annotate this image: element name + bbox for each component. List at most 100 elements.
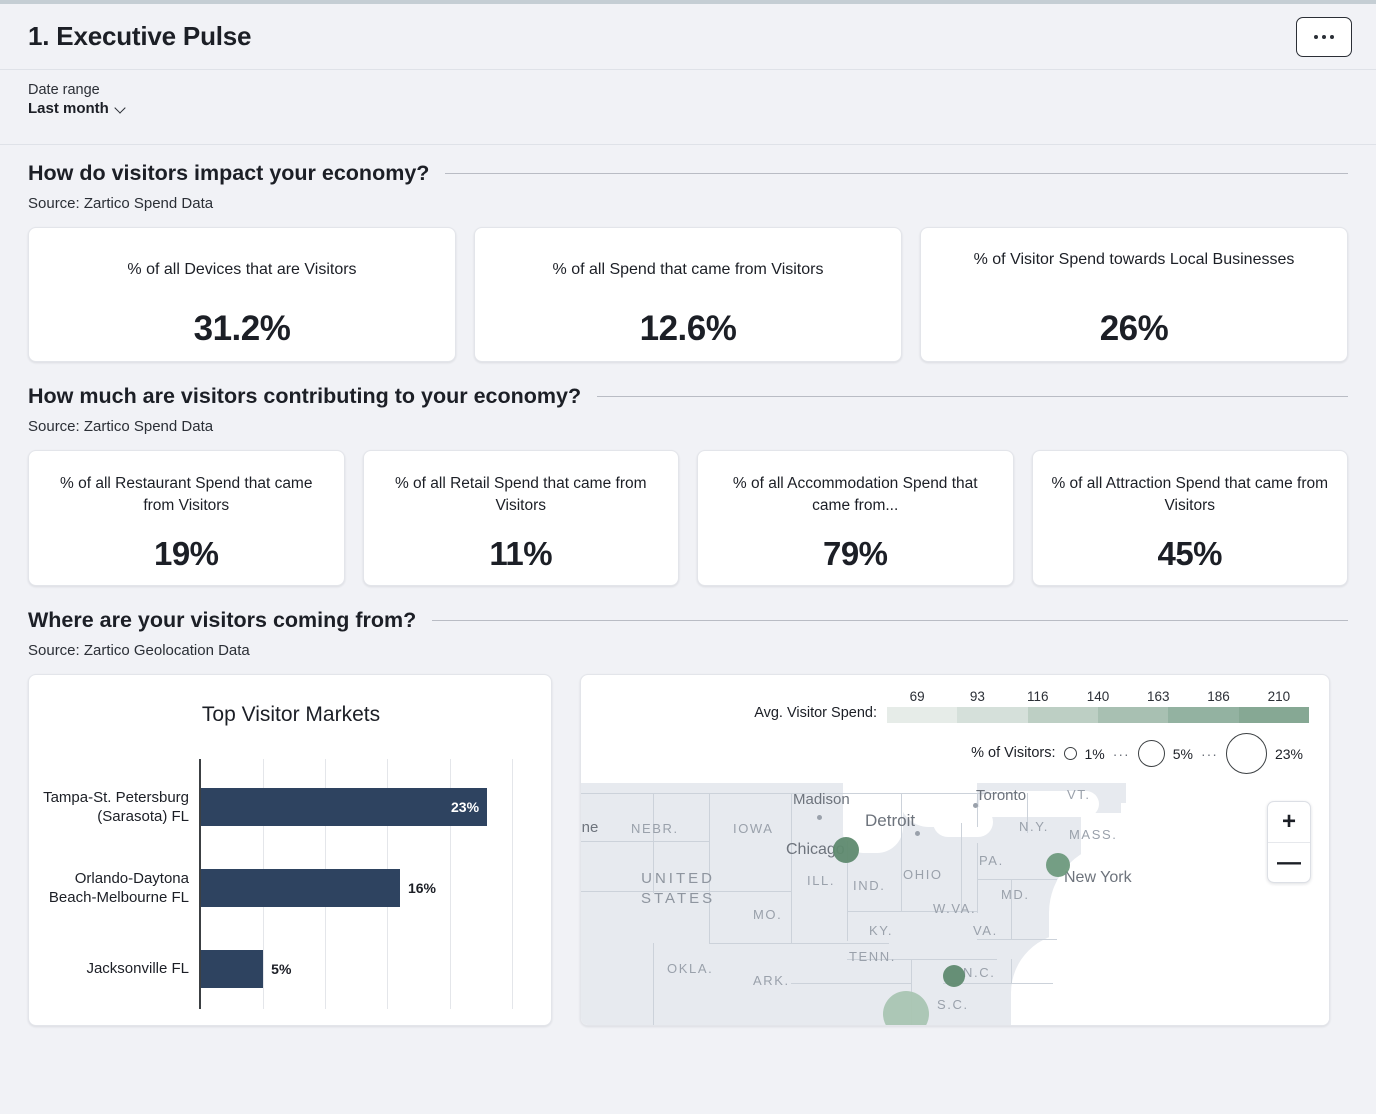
chevron-down-icon [116,103,127,114]
spend-tick: 210 [1267,689,1291,704]
map-state-label: OKLA. [667,961,714,976]
kpi-card[interactable]: % of all Spend that came from Visitors 1… [474,227,902,362]
top-visitor-markets-chart: Top Visitor Markets Tampa-St. Petersburg… [28,674,552,1026]
map-legend: Avg. Visitor Spend: 69 93 116 140 163 18… [581,675,1329,780]
chart-bar[interactable] [201,869,400,907]
spend-tick: 93 [969,689,985,704]
kpi-value: 79% [822,535,888,572]
map-state-label: NEBR. [631,821,679,836]
visitor-origin-map: Avg. Visitor Spend: 69 93 116 140 163 18… [580,674,1330,1026]
kpi-label: % of all Devices that are Visitors [127,261,357,278]
map-country-label: UNITED STATES [641,870,716,908]
map-state-label: W.VA. [933,901,977,916]
map-canvas[interactable]: UNITEDSTATES /* positioned below via CSS… [581,783,1329,1025]
map-state-label: IOWA [733,821,774,836]
more-options-button[interactable] [1296,16,1352,57]
spend-scale-swatch [1027,707,1098,723]
map-state-label: TENN. [849,949,896,964]
map-state-label: N.Y. [1019,819,1050,834]
kpi-card[interactable]: % of Visitor Spend towards Local Busines… [920,227,1348,362]
section-header: How much are visitors contributing to yo… [28,384,1348,409]
kpi-card[interactable]: % of all Accommodation Spend that came f… [697,450,1014,586]
section-title: Where are your visitors coming from? [28,608,417,632]
spend-legend-label: Avg. Visitor Spend: [754,705,877,721]
map-state-label: N.C. [963,965,996,980]
ellipsis-icon [1330,34,1334,39]
visitors-legend-label: % of Visitors: [971,744,1056,761]
chart-bar-row: 16% [201,848,543,929]
map-data-bubble[interactable] [833,837,859,863]
chart-category-axis: Tampa-St. Petersburg (Sarasota) FL Orlan… [39,759,199,1009]
spend-tick: 186 [1207,689,1230,704]
section-visitor-impact: How do visitors impact your economy? Sou… [0,145,1376,362]
map-state-label: OHIO [903,867,943,882]
map-state-label: MD. [1001,887,1030,902]
kpi-card-row: % of all Devices that are Visitors 31.2%… [28,227,1348,362]
kpi-label: % of all Attraction Spend that came from… [1051,475,1329,515]
chart-bars: 23% 16% 5% [201,767,543,1009]
spend-scale-swatch [1168,707,1239,723]
chart-bar-row: 5% [201,928,543,1009]
map-state-label: MASS. [1069,827,1118,842]
kpi-card[interactable]: % of all Attraction Spend that came from… [1031,450,1348,586]
spend-tick: 140 [1086,689,1110,704]
map-state-label: MO. [753,907,783,922]
legend-ellipsis: ··· [1200,745,1218,762]
kpi-label: % of Visitor Spend towards Local Busines… [973,251,1295,268]
visitors-small-label: 1% [1084,745,1105,762]
map-city-label: Madison [793,791,850,808]
date-range-label: Date range [28,82,100,98]
chart-bar-value: 16% [407,880,436,896]
ellipsis-icon [1322,34,1326,39]
map-data-bubble[interactable] [1046,853,1070,877]
kpi-value: 45% [1157,535,1223,572]
date-range-selector[interactable]: Last month [28,100,1348,117]
chart-bar[interactable] [201,949,264,988]
section-title: How much are visitors contributing to yo… [28,384,582,408]
map-state-label: KY. [869,923,894,938]
section-divider [432,620,1348,621]
chart-bar[interactable]: 23% [201,788,488,827]
spend-scale-swatch [1238,707,1309,723]
visualization-row: Top Visitor Markets Tampa-St. Petersburg… [28,674,1348,1026]
section-visitor-origin: Where are your visitors coming from? Sou… [0,586,1376,1026]
kpi-label: % of all Retail Spend that came from Vis… [394,475,647,515]
spend-scale-swatches [887,707,1309,723]
map-city-dot [817,815,822,820]
zoom-out-button[interactable]: — [1268,842,1310,882]
kpi-value: 31.2% [193,309,291,348]
spend-tick: 69 [909,689,925,704]
zoom-in-button[interactable]: + [1268,802,1310,842]
kpi-card[interactable]: % of all Retail Spend that came from Vis… [362,450,679,586]
spend-scale-swatch [1097,707,1169,723]
visitors-large-label: 23% [1274,745,1303,762]
map-city-label: New York [1064,869,1132,886]
map-city-label: Toronto [976,787,1027,804]
map-state-label: VT. [1067,787,1091,802]
map-state-label: ARK. [753,973,790,988]
chart-body: Tampa-St. Petersburg (Sarasota) FL Orlan… [39,759,543,1009]
map-state-label: VA. [973,923,998,938]
spend-scale-swatch [887,707,958,723]
kpi-card[interactable]: % of all Devices that are Visitors 31.2% [28,227,456,362]
kpi-card[interactable]: % of all Restaurant Spend that came from… [28,450,345,586]
bubble-small-icon [1063,747,1077,760]
chart-bar-value: 23% [451,799,480,816]
chart-category-label: Tampa-St. Petersburg (Sarasota) FL [43,789,189,826]
section-header: Where are your visitors coming from? [28,608,1348,633]
map-zoom-controls: + — [1267,801,1311,883]
kpi-label: % of all Spend that came from Visitors [552,261,824,278]
kpi-value: 26% [1099,309,1169,348]
spend-legend: Avg. Visitor Spend: 69 93 116 140 163 18… [581,689,1309,723]
kpi-value: 19% [153,535,219,572]
spend-scale-ticks: 69 93 116 140 163 186 210 [887,689,1309,704]
section-source: Source: Zartico Geolocation Data [28,642,250,659]
map-state-label: ILL. [807,873,836,888]
page-header: 1. Executive Pulse [0,4,1376,70]
page-title: 1. Executive Pulse [28,21,252,51]
filter-bar: Date range Last month [0,70,1376,145]
section-divider [445,173,1348,174]
map-city-dot [973,803,978,808]
kpi-value: 12.6% [639,309,737,348]
map-data-bubble[interactable] [943,965,965,987]
